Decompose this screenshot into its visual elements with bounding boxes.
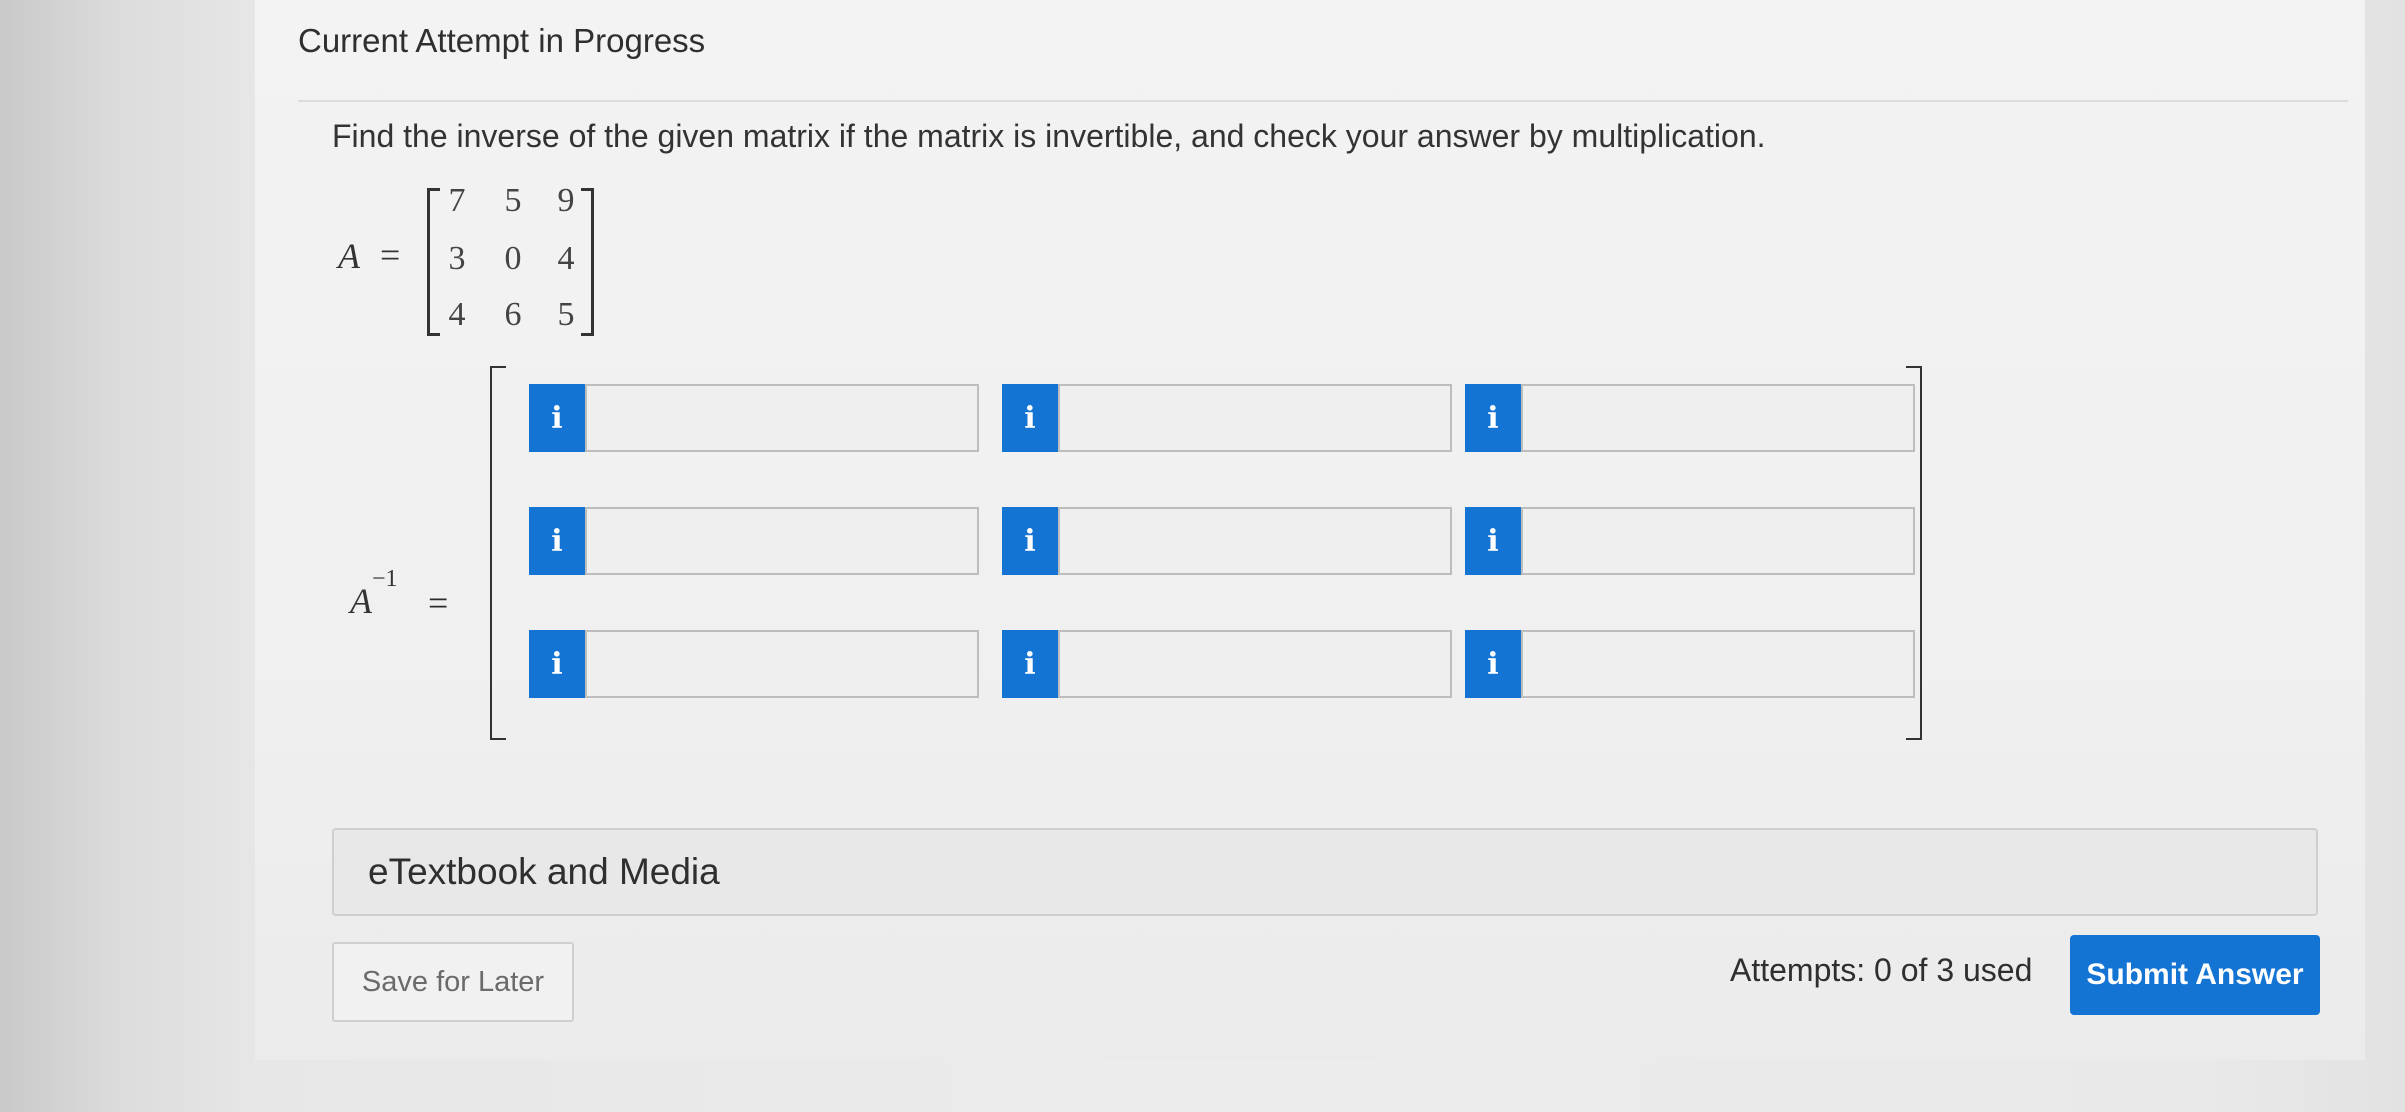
answer-input-r3c3[interactable] [1521, 630, 1915, 698]
answer-cell-r3c1: i [529, 630, 979, 698]
info-icon[interactable]: i [1002, 630, 1058, 698]
answer-input-r2c3[interactable] [1521, 507, 1915, 575]
answer-input-r3c2[interactable] [1058, 630, 1452, 698]
answer-input-r3c1[interactable] [585, 630, 979, 698]
matrix-a-equals: = [380, 235, 401, 275]
matrix-a-cell: 7 [448, 182, 466, 219]
inverse-base: A [350, 581, 372, 621]
info-icon[interactable]: i [1002, 507, 1058, 575]
answer-cell-r1c1: i [529, 384, 979, 452]
page-title: Current Attempt in Progress [298, 22, 706, 59]
answer-cell-r2c1: i [529, 507, 979, 575]
answer-cell-r3c2: i [1002, 630, 1452, 698]
info-icon[interactable]: i [1465, 630, 1521, 698]
header-divider [298, 100, 2348, 102]
answer-input-r2c2[interactable] [1058, 507, 1452, 575]
inverse-exponent: −1 [372, 566, 398, 592]
matrix-a-cell: 9 [557, 182, 575, 219]
inverse-label: A−1 [350, 566, 398, 622]
inverse-equals: = [428, 583, 449, 623]
answer-input-r1c1[interactable] [585, 384, 979, 452]
answer-cell-r1c2: i [1002, 384, 1452, 452]
matrix-a-cell: 3 [448, 240, 466, 277]
answer-cell-r1c3: i [1465, 384, 1915, 452]
matrix-a-cell: 4 [557, 240, 575, 277]
info-icon[interactable]: i [529, 384, 585, 452]
matrix-a-cell: 6 [504, 296, 522, 333]
inverse-left-bracket [490, 366, 506, 740]
answer-cell-r3c3: i [1465, 630, 1915, 698]
answer-input-r2c1[interactable] [585, 507, 979, 575]
matrix-a-cell: 5 [504, 182, 522, 219]
matrix-a-cell: 5 [557, 296, 575, 333]
matrix-a-label: A [338, 236, 360, 276]
matrix-a-cell: 0 [504, 240, 522, 277]
answer-cell-r2c2: i [1002, 507, 1452, 575]
save-for-later-button[interactable]: Save for Later [332, 942, 574, 1022]
info-icon[interactable]: i [1002, 384, 1058, 452]
answer-input-r1c2[interactable] [1058, 384, 1452, 452]
matrix-a-cell: 4 [448, 296, 466, 333]
info-icon[interactable]: i [1465, 507, 1521, 575]
answer-cell-r2c3: i [1465, 507, 1915, 575]
attempts-counter: Attempts: 0 of 3 used [1730, 952, 2033, 988]
submit-answer-button[interactable]: Submit Answer [2070, 935, 2320, 1015]
etextbook-media-toggle[interactable]: eTextbook and Media [332, 828, 2318, 916]
info-icon[interactable]: i [529, 507, 585, 575]
question-text: Find the inverse of the given matrix if … [332, 118, 1766, 154]
info-icon[interactable]: i [1465, 384, 1521, 452]
etextbook-label: eTextbook and Media [368, 851, 720, 892]
info-icon[interactable]: i [529, 630, 585, 698]
answer-input-r1c3[interactable] [1521, 384, 1915, 452]
